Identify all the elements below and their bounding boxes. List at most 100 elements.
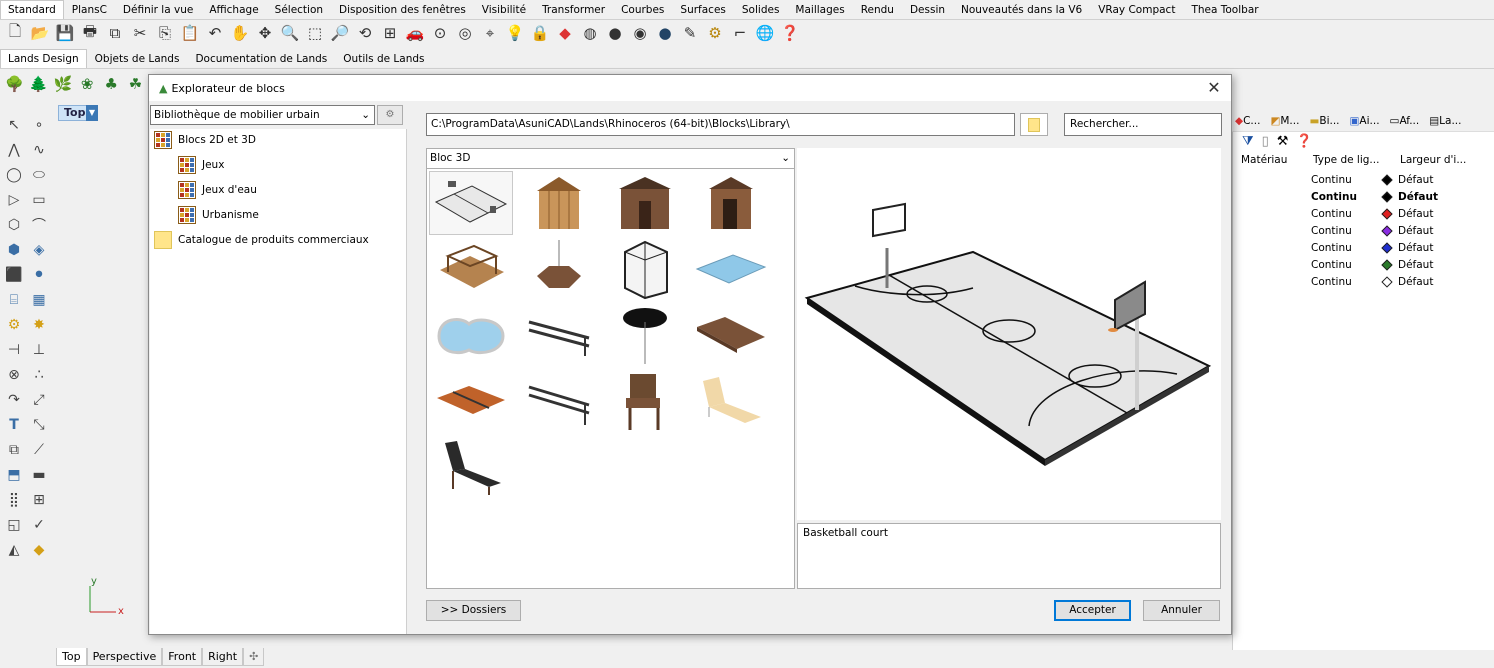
tab-rendu[interactable]: Rendu bbox=[853, 0, 902, 19]
tab-disposition[interactable]: Disposition des fenêtres bbox=[331, 0, 474, 19]
library-path-field[interactable]: C:\ProgramData\AsuniCAD\Lands\Rhinoceros… bbox=[426, 113, 1015, 136]
layer-row[interactable]: Continu Défaut bbox=[1232, 258, 1494, 275]
print-color-swatch[interactable] bbox=[1381, 242, 1393, 254]
tab-dessin[interactable]: Dessin bbox=[902, 0, 953, 19]
zoom-icon[interactable]: 🔍 bbox=[280, 23, 300, 43]
layer-linetype[interactable]: Continu bbox=[1311, 174, 1352, 186]
browse-folder-button[interactable] bbox=[1020, 113, 1048, 136]
thumbnail-deck-chair[interactable] bbox=[429, 435, 513, 499]
layer-print-width[interactable]: Défaut bbox=[1398, 208, 1433, 220]
cut-icon[interactable]: ✂ bbox=[130, 23, 150, 43]
viewport-tab-perspective[interactable]: Perspective bbox=[86, 648, 163, 666]
layer-row[interactable]: Continu Défaut bbox=[1232, 224, 1494, 241]
open-folder-icon[interactable]: 📂 bbox=[30, 23, 50, 43]
tab-courbes[interactable]: Courbes bbox=[613, 0, 672, 19]
tab-outils-de-lands[interactable]: Outils de Lands bbox=[335, 49, 432, 68]
dimension-icon[interactable]: ⌐ bbox=[730, 23, 750, 43]
target-icon[interactable]: ◎ bbox=[455, 23, 475, 43]
grid-array-icon[interactable]: ⣿ bbox=[3, 489, 25, 511]
polygon-icon[interactable]: ▷ bbox=[3, 189, 25, 211]
tab-nouveautes-v6[interactable]: Nouveautés dans la V6 bbox=[953, 0, 1090, 19]
cancel-button[interactable]: Annuler bbox=[1143, 600, 1220, 621]
layer-print-width[interactable]: Défaut bbox=[1398, 259, 1433, 271]
print-icon[interactable]: 🖶 bbox=[80, 22, 100, 43]
thumbnail-wooden-shed[interactable] bbox=[517, 171, 601, 235]
library-select[interactable]: Bibliothèque de mobilier urbain ⌄ bbox=[150, 105, 375, 125]
folders-button[interactable]: >> Dossiers bbox=[426, 600, 521, 621]
thumbnail-basketball-court[interactable] bbox=[429, 171, 513, 235]
thumbnail-octagon-table[interactable] bbox=[517, 237, 601, 301]
layer-print-width[interactable]: Défaut bbox=[1398, 276, 1433, 288]
tab-standard[interactable]: Standard bbox=[0, 0, 64, 19]
tab-definir-la-vue[interactable]: Définir la vue bbox=[115, 0, 201, 19]
dimension-tool-icon[interactable]: ⤡ bbox=[28, 414, 50, 436]
layer-print-width[interactable]: Défaut bbox=[1398, 191, 1438, 203]
boolean-icon[interactable]: ⊗ bbox=[3, 364, 25, 386]
layer-row[interactable]: Continu Défaut bbox=[1232, 275, 1494, 292]
panel-tab-aide[interactable]: ▣Ai... bbox=[1347, 115, 1383, 127]
block-type-select[interactable]: Bloc 3D ⌄ bbox=[426, 148, 795, 169]
thumbnail-bike-rack[interactable] bbox=[517, 303, 601, 367]
help-small-icon[interactable]: ❓ bbox=[1296, 134, 1312, 149]
tree-node-catalogue[interactable]: Catalogue de produits commerciaux bbox=[154, 229, 369, 251]
layer-linetype[interactable]: Continu bbox=[1311, 191, 1357, 203]
transform-icon[interactable]: ⟋ bbox=[28, 439, 50, 461]
rotate-icon[interactable]: ↷ bbox=[3, 389, 25, 411]
camera-icon[interactable]: ⊙ bbox=[430, 23, 450, 43]
layout-icon[interactable]: ◱ bbox=[3, 514, 25, 536]
tab-visibilite[interactable]: Visibilité bbox=[474, 0, 534, 19]
thumbnail-sun-lounger[interactable] bbox=[689, 369, 773, 433]
thumbnail-parasol[interactable] bbox=[603, 303, 687, 367]
light-bulb-icon[interactable]: 💡 bbox=[505, 23, 525, 43]
print-color-swatch[interactable] bbox=[1381, 225, 1393, 237]
block-icon[interactable]: ⬒ bbox=[3, 464, 25, 486]
layer-linetype[interactable]: Continu bbox=[1311, 276, 1352, 288]
thumbnail-wooden-platform[interactable] bbox=[689, 303, 773, 367]
zoom-window-icon[interactable]: ⬚ bbox=[305, 23, 325, 43]
gears-icon[interactable]: ⚙ bbox=[705, 23, 725, 43]
print-color-swatch[interactable] bbox=[1381, 208, 1393, 220]
plant-group-icon[interactable]: ♣ bbox=[102, 74, 121, 94]
thumbnail-greenhouse[interactable] bbox=[603, 237, 687, 301]
spheres-icon[interactable]: ⚫ bbox=[28, 264, 50, 286]
tab-solides[interactable]: Solides bbox=[734, 0, 788, 19]
box-icon[interactable]: ⬛ bbox=[3, 264, 25, 286]
viewport-tab-front[interactable]: Front bbox=[162, 648, 203, 666]
trim-icon[interactable]: ⊣ bbox=[3, 339, 25, 361]
snap-icon[interactable]: ⌖ bbox=[480, 23, 500, 43]
paste-icon[interactable]: 📋 bbox=[180, 23, 200, 43]
paint-bucket-icon[interactable]: ◆ bbox=[28, 539, 50, 561]
layer-row[interactable]: Continu Défaut bbox=[1232, 241, 1494, 258]
circle-icon[interactable]: ◯ bbox=[3, 164, 25, 186]
layer-linetype[interactable]: Continu bbox=[1311, 259, 1352, 271]
shrub-icon[interactable]: 🌿 bbox=[53, 74, 73, 94]
tree-node-blocs-2d-3d[interactable]: Blocs 2D et 3D bbox=[154, 129, 256, 151]
tree-icon[interactable]: 🌲 bbox=[29, 74, 48, 94]
ellipse-icon[interactable]: ⬭ bbox=[28, 164, 50, 186]
panel-tab-materiaux[interactable]: ◩M... bbox=[1267, 115, 1302, 127]
paint-icon[interactable]: ✎ bbox=[680, 23, 700, 43]
print-color-swatch[interactable] bbox=[1381, 276, 1393, 288]
viewport-tab-right[interactable]: Right bbox=[202, 648, 244, 666]
library-settings-button[interactable]: ⚙ bbox=[377, 105, 403, 125]
search-input[interactable]: Rechercher... bbox=[1064, 113, 1222, 136]
thumbnail-dark-cabin[interactable] bbox=[603, 171, 687, 235]
tab-surfaces[interactable]: Surfaces bbox=[672, 0, 733, 19]
panel-tab-layout[interactable]: ▤La... bbox=[1426, 115, 1464, 127]
shapes-icon[interactable]: ◭ bbox=[3, 539, 25, 561]
car-icon[interactable]: 🚗 bbox=[405, 23, 425, 43]
tab-vray-compact[interactable]: VRay Compact bbox=[1090, 0, 1183, 19]
layer-print-width[interactable]: Défaut bbox=[1398, 225, 1433, 237]
layer-row[interactable]: Continu Défaut bbox=[1232, 173, 1494, 190]
print-color-swatch[interactable] bbox=[1381, 174, 1393, 186]
hedge-icon[interactable]: ❀ bbox=[78, 74, 97, 94]
tab-selection[interactable]: Sélection bbox=[267, 0, 331, 19]
layer-print-width[interactable]: Défaut bbox=[1398, 242, 1433, 254]
four-views-icon[interactable]: ⊞ bbox=[380, 23, 400, 43]
cylinder-icon[interactable]: ⌸ bbox=[3, 289, 25, 311]
layer-row[interactable]: Continu Défaut bbox=[1232, 207, 1494, 224]
accept-button[interactable]: Accepter bbox=[1054, 600, 1131, 621]
explode-icon[interactable]: ✸ bbox=[28, 314, 50, 336]
curve-icon[interactable]: ∿ bbox=[28, 139, 50, 161]
zoom-extents-icon[interactable]: 🔎 bbox=[330, 23, 350, 43]
